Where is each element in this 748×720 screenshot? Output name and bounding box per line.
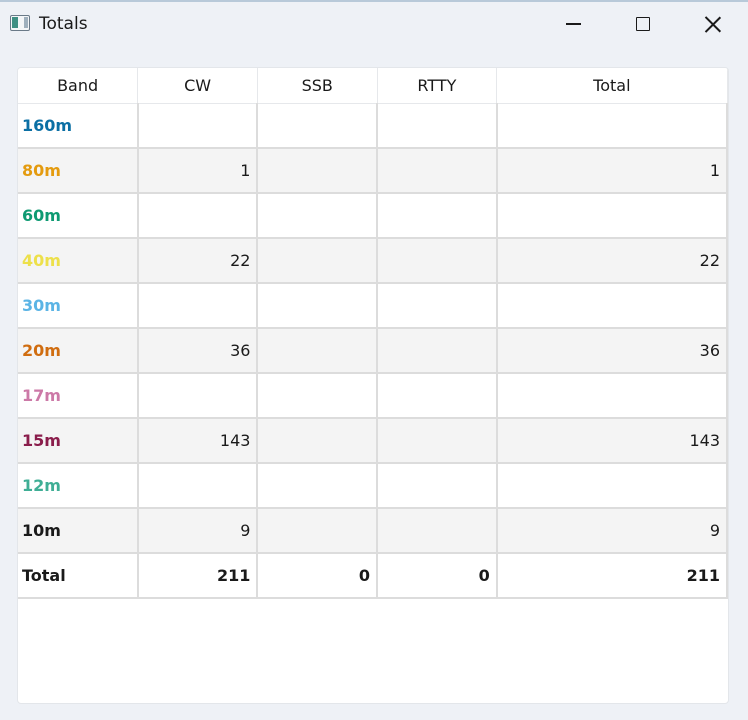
cell-rtty[interactable]	[376, 103, 498, 149]
cell-cw[interactable]	[136, 103, 259, 149]
table-row[interactable]: 10m 9 9	[18, 508, 728, 554]
cell-ssb[interactable]	[256, 238, 379, 284]
table-row[interactable]: 160m	[18, 103, 728, 149]
cell-rtty[interactable]	[376, 193, 498, 239]
cell-cw[interactable]: 9	[136, 508, 259, 554]
minimize-button[interactable]	[538, 2, 608, 46]
header-row: Band CW SSB RTTY Total	[18, 68, 728, 104]
cell-band[interactable]: 160m	[18, 103, 139, 149]
total-cell-band[interactable]: Total	[18, 553, 139, 599]
cell-cw[interactable]: 1	[136, 148, 259, 194]
cell-ssb[interactable]	[256, 508, 379, 554]
cell-rtty[interactable]	[376, 328, 498, 374]
total-cell-total[interactable]: 211	[495, 553, 728, 599]
table-row[interactable]: 15m 143 143	[18, 418, 728, 464]
table-row[interactable]: 12m	[18, 463, 728, 509]
cell-rtty[interactable]	[376, 418, 498, 464]
app-icon	[10, 15, 30, 31]
table-row[interactable]: 20m 36 36	[18, 328, 728, 374]
cell-total[interactable]	[495, 283, 728, 329]
totals-grid-panel: Band CW SSB RTTY Total 160m 80m 1 1 60m 40m 22…	[17, 67, 729, 704]
column-header-total[interactable]: Total	[496, 68, 728, 104]
window-title: Totals	[39, 14, 88, 34]
column-header-cw[interactable]: CW	[137, 68, 258, 104]
cell-rtty[interactable]	[376, 463, 498, 509]
totals-table: Band CW SSB RTTY Total 160m 80m 1 1 60m 40m 22…	[18, 68, 728, 599]
table-row[interactable]: 40m 22 22	[18, 238, 728, 284]
cell-ssb[interactable]	[256, 373, 379, 419]
table-row[interactable]: 80m 1 1	[18, 148, 728, 194]
cell-ssb[interactable]	[256, 463, 379, 509]
cell-cw[interactable]	[136, 463, 259, 509]
table-row[interactable]: 60m	[18, 193, 728, 239]
cell-total[interactable]	[495, 103, 728, 149]
cell-band[interactable]: 12m	[18, 463, 139, 509]
cell-total[interactable]: 9	[495, 508, 728, 554]
totals-window: Totals Band CW SSB RTTY Total 160m 80m 1 1 6…	[0, 0, 748, 720]
close-button[interactable]	[678, 2, 748, 46]
cell-cw[interactable]: 143	[136, 418, 259, 464]
minimize-icon	[565, 23, 581, 25]
cell-cw[interactable]	[136, 193, 259, 239]
maximize-icon	[636, 17, 650, 31]
column-header-band[interactable]: Band	[18, 68, 139, 104]
total-cell-ssb[interactable]: 0	[256, 553, 379, 599]
cell-ssb[interactable]	[256, 148, 379, 194]
total-cell-cw[interactable]: 211	[136, 553, 259, 599]
cell-band[interactable]: 60m	[18, 193, 139, 239]
column-header-rtty[interactable]: RTTY	[377, 68, 498, 104]
cell-band[interactable]: 30m	[18, 283, 139, 329]
maximize-button[interactable]	[608, 2, 678, 46]
cell-ssb[interactable]	[256, 283, 379, 329]
cell-total[interactable]	[495, 193, 728, 239]
cell-cw[interactable]	[136, 373, 259, 419]
cell-total[interactable]: 22	[495, 238, 728, 284]
cell-total[interactable]: 1	[495, 148, 728, 194]
cell-ssb[interactable]	[256, 103, 379, 149]
column-header-ssb[interactable]: SSB	[257, 68, 378, 104]
cell-cw[interactable]: 36	[136, 328, 259, 374]
table-row[interactable]: 17m	[18, 373, 728, 419]
cell-cw[interactable]: 22	[136, 238, 259, 284]
total-row[interactable]: Total 211 0 0 211	[18, 553, 728, 599]
cell-band[interactable]: 10m	[18, 508, 139, 554]
cell-band[interactable]: 40m	[18, 238, 139, 284]
cell-rtty[interactable]	[376, 508, 498, 554]
total-cell-rtty[interactable]: 0	[376, 553, 498, 599]
cell-rtty[interactable]	[376, 373, 498, 419]
title-bar[interactable]: Totals	[0, 2, 748, 46]
cell-rtty[interactable]	[376, 283, 498, 329]
cell-total[interactable]	[495, 463, 728, 509]
cell-cw[interactable]	[136, 283, 259, 329]
cell-total[interactable]	[495, 373, 728, 419]
cell-ssb[interactable]	[256, 193, 379, 239]
cell-ssb[interactable]	[256, 418, 379, 464]
cell-ssb[interactable]	[256, 328, 379, 374]
close-icon	[705, 16, 721, 32]
cell-total[interactable]: 36	[495, 328, 728, 374]
cell-rtty[interactable]	[376, 148, 498, 194]
cell-rtty[interactable]	[376, 238, 498, 284]
cell-band[interactable]: 17m	[18, 373, 139, 419]
cell-total[interactable]: 143	[495, 418, 728, 464]
cell-band[interactable]: 15m	[18, 418, 139, 464]
cell-band[interactable]: 20m	[18, 328, 139, 374]
table-row[interactable]: 30m	[18, 283, 728, 329]
cell-band[interactable]: 80m	[18, 148, 139, 194]
